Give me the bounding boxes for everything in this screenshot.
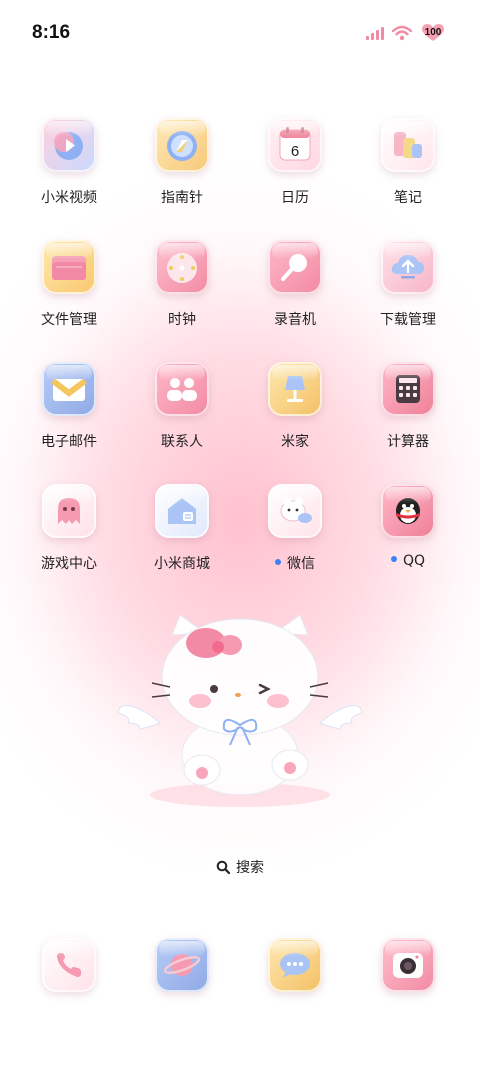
camera-icon — [381, 938, 435, 992]
app-file-manager[interactable]: 文件管理 — [13, 240, 125, 340]
shop-icon — [155, 484, 209, 538]
mail-icon — [42, 362, 96, 416]
app-label: 文件管理 — [41, 312, 97, 328]
app-clock[interactable]: 时钟 — [126, 240, 238, 340]
app-label: 日历 — [281, 190, 309, 206]
search-icon — [216, 860, 231, 874]
app-label: 微信 — [275, 553, 315, 573]
calendar-icon: 6 — [268, 118, 322, 172]
qq-penguin-icon — [381, 484, 435, 538]
app-recorder[interactable]: 录音机 — [239, 240, 351, 340]
wifi-icon — [392, 25, 412, 41]
kitty-illustration — [117, 614, 363, 807]
status-time: 8:16 — [32, 22, 71, 43]
app-label: QQ — [390, 553, 425, 569]
status-icons: 100 — [366, 24, 446, 42]
dock — [0, 938, 480, 998]
app-calendar[interactable]: 6 日历 — [239, 118, 351, 218]
app-label: 录音机 — [274, 312, 316, 328]
app-mijia[interactable]: 米家 — [239, 362, 351, 462]
app-mi-store[interactable]: 小米商城 — [126, 484, 238, 584]
app-xiaomi-video[interactable]: 小米视频 — [13, 118, 125, 218]
wechat-icon — [268, 484, 322, 538]
app-label: 时钟 — [168, 312, 196, 328]
app-notes[interactable]: 笔记 — [352, 118, 464, 218]
clock-icon — [155, 240, 209, 294]
notification-dot — [390, 556, 397, 562]
dock-browser[interactable] — [126, 938, 238, 1038]
app-label: 小米商城 — [154, 556, 210, 572]
app-row: 游戏中心 小米商城 微信 QQ — [0, 484, 480, 584]
smart-home-lamp-icon — [268, 362, 322, 416]
app-label: 指南针 — [161, 190, 203, 206]
app-row: 小米视频 指南针 6 日历 笔记 — [0, 118, 480, 218]
app-label: 电子邮件 — [41, 434, 97, 450]
phone-icon — [42, 938, 96, 992]
app-download-manager[interactable]: 下载管理 — [352, 240, 464, 340]
browser-planet-icon — [155, 938, 209, 992]
app-row: 电子邮件 联系人 米家 计算器 — [0, 362, 480, 462]
app-label: 游戏中心 — [41, 556, 97, 572]
app-label: 米家 — [281, 434, 309, 450]
app-label: 小米视频 — [41, 190, 97, 206]
microphone-icon — [268, 240, 322, 294]
dock-camera[interactable] — [352, 938, 464, 1038]
folder-icon — [42, 240, 96, 294]
app-contacts[interactable]: 联系人 — [126, 362, 238, 462]
svg-text:6: 6 — [291, 143, 299, 160]
app-email[interactable]: 电子邮件 — [13, 362, 125, 462]
search-button[interactable]: 搜索 — [204, 852, 276, 882]
dock-messages[interactable] — [239, 938, 351, 1038]
app-label: 笔记 — [394, 190, 422, 206]
compass-icon — [155, 118, 209, 172]
app-label: 下载管理 — [380, 312, 436, 328]
video-icon — [42, 118, 96, 172]
signal-icon — [366, 26, 384, 40]
calculator-icon — [381, 362, 435, 416]
app-compass[interactable]: 指南针 — [126, 118, 238, 218]
app-label: 联系人 — [161, 434, 203, 450]
status-bar: 8:16 100 — [0, 0, 480, 68]
notification-dot — [275, 559, 281, 565]
messages-icon — [268, 938, 322, 992]
app-wechat[interactable]: 微信 — [239, 484, 351, 584]
contacts-icon — [155, 362, 209, 416]
app-label: 计算器 — [387, 434, 429, 450]
app-calculator[interactable]: 计算器 — [352, 362, 464, 462]
app-row: 文件管理 时钟 录音机 下载管理 — [0, 240, 480, 340]
ghost-game-icon — [42, 484, 96, 538]
notes-icon — [381, 118, 435, 172]
download-cloud-icon — [381, 240, 435, 294]
app-qq[interactable]: QQ — [352, 484, 464, 584]
app-game-center[interactable]: 游戏中心 — [13, 484, 125, 584]
battery-level: 100 — [424, 27, 442, 38]
battery-heart-icon: 100 — [420, 24, 446, 42]
dock-phone[interactable] — [13, 938, 125, 1038]
search-label: 搜索 — [236, 860, 264, 876]
